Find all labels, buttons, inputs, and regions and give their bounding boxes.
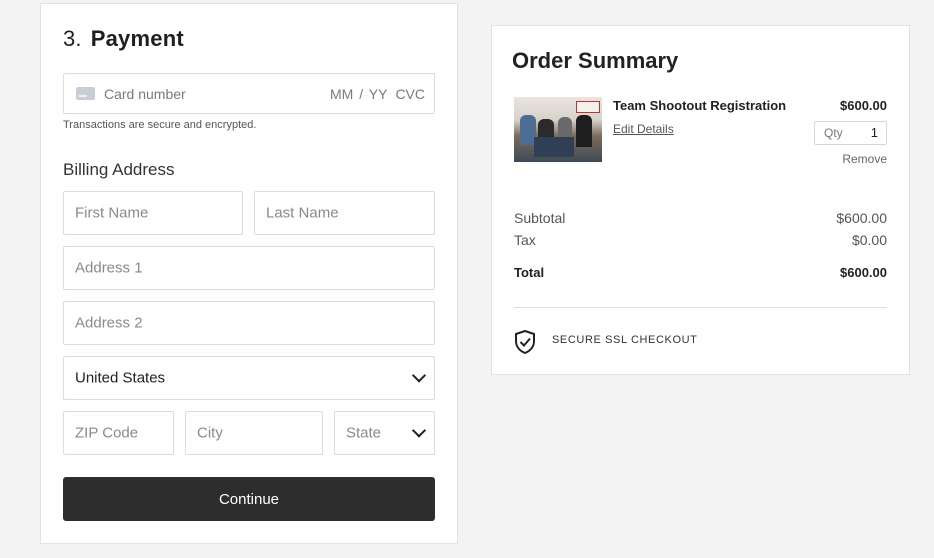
remove-item-link[interactable]: Remove (842, 152, 887, 166)
card-expiry-placeholder: MM / YY (330, 85, 388, 102)
zip-code-field[interactable]: ZIP Code (63, 411, 174, 455)
address2-field[interactable]: Address 2 (63, 301, 435, 345)
last-name-placeholder: Last Name (266, 204, 339, 222)
card-number-placeholder: Card number (104, 85, 186, 102)
shield-check-icon (515, 330, 535, 354)
continue-button[interactable]: Continue (63, 477, 435, 521)
chevron-down-icon (411, 368, 427, 383)
edit-details-link[interactable]: Edit Details (613, 122, 674, 136)
step-number: 3. (63, 26, 82, 51)
last-name-field[interactable]: Last Name (254, 191, 435, 235)
total-label: Total (514, 265, 545, 280)
payment-heading: 3. Payment (63, 26, 184, 52)
secure-note: Transactions are secure and encrypted. (63, 119, 257, 131)
order-summary-title: Order Summary (512, 48, 679, 73)
summary-divider (514, 307, 887, 308)
city-field[interactable]: City (185, 411, 323, 455)
credit-card-icon (76, 87, 95, 100)
item-thumbnail (514, 97, 602, 162)
tax-value: $0.00 (851, 232, 887, 248)
subtotal-value: $600.00 (836, 210, 887, 226)
city-placeholder: City (197, 424, 223, 442)
card-number-input[interactable]: Card number MM / YY CVC (63, 73, 435, 114)
chevron-down-icon (411, 423, 427, 438)
payment-panel: 3. Payment Card number MM / YY CVC Transac… (40, 3, 458, 544)
card-cvc-placeholder: CVC (395, 85, 425, 102)
item-price: $600.00 (840, 98, 887, 113)
item-name: Team Shootout Registration (613, 98, 787, 113)
state-select[interactable]: State (334, 411, 435, 455)
order-summary-panel: Order Summary Team Shootout Registration… (491, 25, 910, 375)
country-value: United States (75, 369, 166, 387)
first-name-placeholder: First Name (75, 204, 149, 222)
address1-field[interactable]: Address 1 (63, 246, 435, 290)
tax-label: Tax (514, 232, 536, 248)
subtotal-label: Subtotal (514, 210, 566, 226)
country-select[interactable]: United States (63, 356, 435, 400)
address2-placeholder: Address 2 (75, 314, 143, 332)
billing-address-heading: Billing Address (63, 160, 175, 179)
first-name-field[interactable]: First Name (63, 191, 243, 235)
qty-label: Qty (824, 126, 843, 140)
zip-code-placeholder: ZIP Code (75, 424, 139, 442)
address1-placeholder: Address 1 (75, 259, 143, 277)
total-value: $600.00 (840, 265, 887, 280)
state-placeholder: State (346, 424, 382, 442)
qty-value: 1 (870, 125, 878, 140)
payment-title: Payment (90, 26, 184, 51)
quantity-input[interactable]: Qty 1 (814, 121, 887, 145)
ssl-checkout-label: SECURE SSL CHECKOUT (552, 334, 698, 346)
